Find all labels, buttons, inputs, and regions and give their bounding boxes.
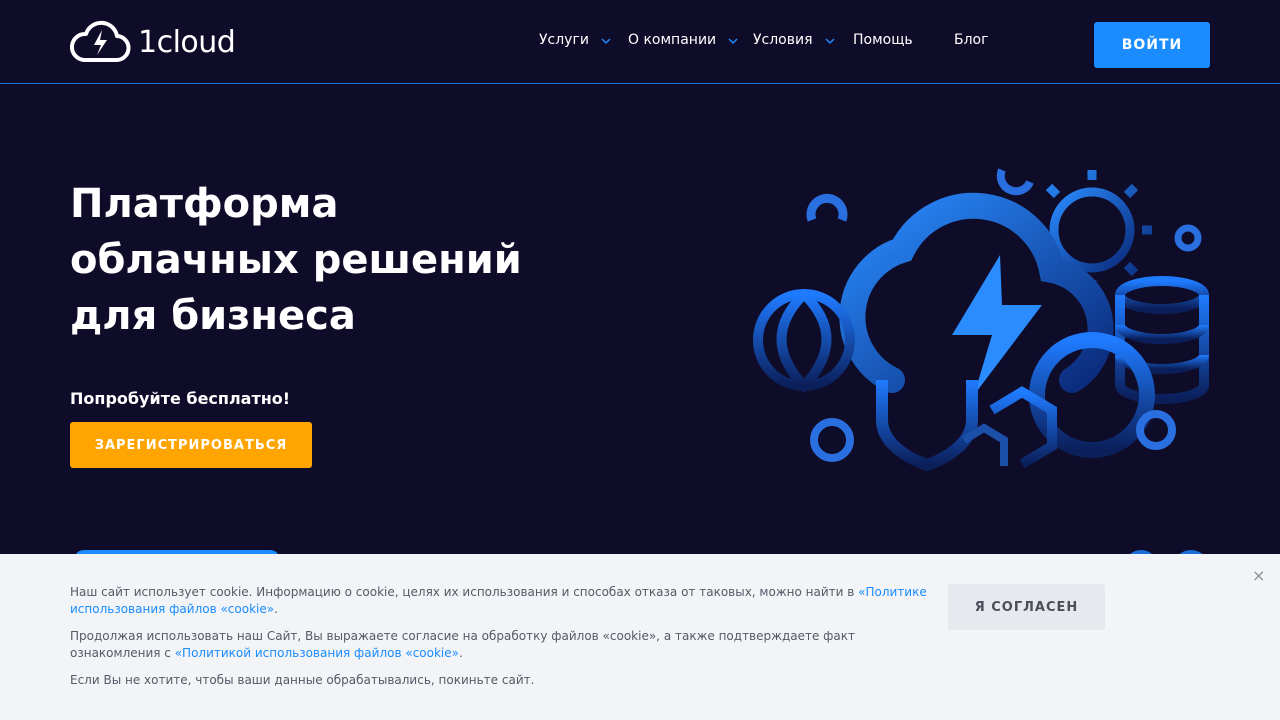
chevron-down-icon (824, 38, 835, 45)
globe-icon (753, 289, 855, 394)
bolt-icon (952, 255, 1042, 395)
cloud-bolt-logo-icon (70, 20, 131, 62)
register-button[interactable]: ЗАРЕГИСТРИРОВАТЬСЯ (70, 422, 312, 468)
nav-item-help[interactable]: Помощь (853, 32, 954, 48)
nav-item-blog[interactable]: Блог (954, 32, 988, 48)
hero-title: Платформа облачных решений для бизнеса (70, 176, 550, 344)
close-icon[interactable]: × (1252, 566, 1265, 585)
hero-title-line: для бизнеса (70, 293, 356, 339)
login-button[interactable]: ВОЙТИ (1094, 22, 1210, 68)
site-header: 1cloud Услуги О компании Условия Помощь … (0, 0, 1280, 84)
main-nav: Услуги О компании Условия Помощь Блог (539, 32, 988, 48)
cookie-text-part: Наш сайт использует cookie. Информацию о… (70, 585, 859, 599)
agree-button[interactable]: Я СОГЛАСЕН (948, 584, 1105, 630)
nav-item-services[interactable]: Услуги (539, 32, 628, 48)
cookie-paragraph: Продолжая использовать наш Сайт, Вы выра… (70, 628, 930, 662)
cookie-paragraph: Если Вы не хотите, чтобы ваши данные обр… (70, 673, 535, 687)
shield-icon (876, 380, 978, 472)
nav-label: Помощь (853, 32, 913, 48)
nav-label: О компании (628, 32, 717, 48)
cloud-platform-illustration (753, 168, 1209, 472)
cookie-text-part: . (274, 602, 278, 616)
database-icon (1115, 276, 1209, 404)
hero-title-line: Платформа (70, 181, 339, 227)
hero-subtitle: Попробуйте бесплатно! (70, 389, 291, 408)
nav-label: Условия (753, 32, 813, 48)
nav-item-terms[interactable]: Условия (753, 32, 853, 48)
nav-item-about[interactable]: О компании (628, 32, 753, 48)
chevron-down-icon (601, 38, 611, 45)
hero-title-line: облачных решений (70, 237, 522, 283)
nav-label: Блог (954, 32, 989, 48)
logo[interactable]: 1cloud (70, 18, 236, 66)
logo-text: 1cloud (138, 24, 236, 60)
cookie-banner: Наш сайт использует cookie. Информацию о… (0, 554, 1280, 720)
cookie-paragraph: Наш сайт использует cookie. Информацию о… (70, 584, 930, 618)
cookie-policy-link[interactable]: «Политикой использования файлов «cookie» (175, 646, 459, 660)
nav-label: Услуги (539, 32, 589, 48)
chevron-down-icon (728, 38, 738, 45)
cookie-text-part: . (458, 646, 463, 660)
cookie-text: Наш сайт использует cookie. Информацию о… (70, 584, 930, 699)
